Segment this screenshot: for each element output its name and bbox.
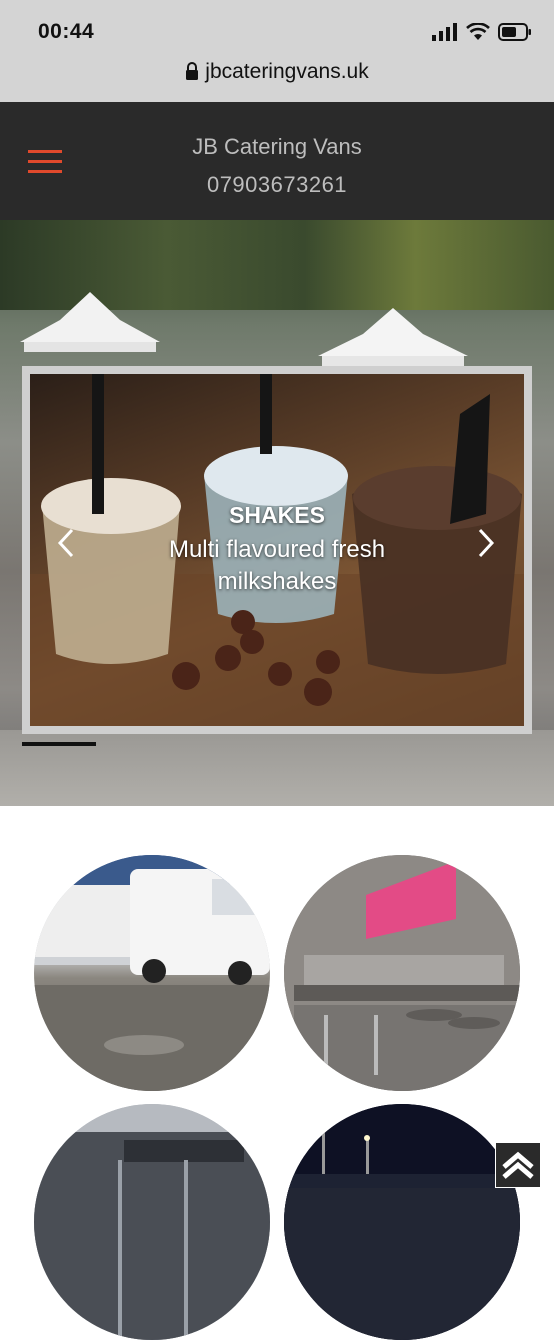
browser-chrome: 00:44 jbcateringvans.uk bbox=[0, 0, 554, 102]
wifi-icon bbox=[466, 23, 490, 40]
gallery-item-night[interactable] bbox=[284, 1104, 520, 1340]
site-header: JB Catering Vans 07903673261 bbox=[0, 102, 554, 220]
stainless-kitchen-photo bbox=[284, 855, 520, 1091]
slider-frame: SHAKES Multi flavoured fresh milkshakes bbox=[22, 366, 532, 734]
gallery-item-white-vans[interactable] bbox=[34, 855, 270, 1091]
night-stadium-photo bbox=[284, 1104, 520, 1340]
grey-trailer-photo bbox=[34, 1104, 270, 1340]
hero-banner: SHAKES Multi flavoured fresh milkshakes bbox=[0, 220, 554, 806]
lock-icon bbox=[186, 62, 199, 80]
chevron-left-icon[interactable] bbox=[54, 526, 78, 560]
gallery-item-kitchen[interactable] bbox=[284, 855, 520, 1091]
back-to-top-button[interactable] bbox=[495, 1142, 541, 1188]
slide-title: SHAKES bbox=[229, 502, 325, 528]
tent-graphic bbox=[20, 292, 160, 352]
tent-graphic bbox=[318, 308, 468, 366]
battery-icon bbox=[498, 23, 531, 41]
slide-progress-bar bbox=[22, 742, 96, 746]
chevron-right-icon[interactable] bbox=[474, 526, 498, 560]
chevron-up-icon bbox=[502, 1151, 534, 1179]
url-text: jbcateringvans.uk bbox=[205, 60, 369, 83]
site-title[interactable]: JB Catering Vans bbox=[0, 134, 554, 160]
slide-image: SHAKES Multi flavoured fresh milkshakes bbox=[30, 374, 524, 726]
address-bar[interactable]: jbcateringvans.uk bbox=[0, 60, 554, 84]
status-time: 00:44 bbox=[38, 20, 95, 43]
gallery-item-trailer[interactable] bbox=[34, 1104, 270, 1340]
white-vans-photo bbox=[34, 855, 270, 1091]
status-icons bbox=[432, 22, 532, 42]
slide-description: Multi flavoured fresh milkshakes bbox=[168, 536, 386, 595]
phone-number[interactable]: 07903673261 bbox=[0, 172, 554, 198]
signal-icon bbox=[432, 23, 457, 41]
